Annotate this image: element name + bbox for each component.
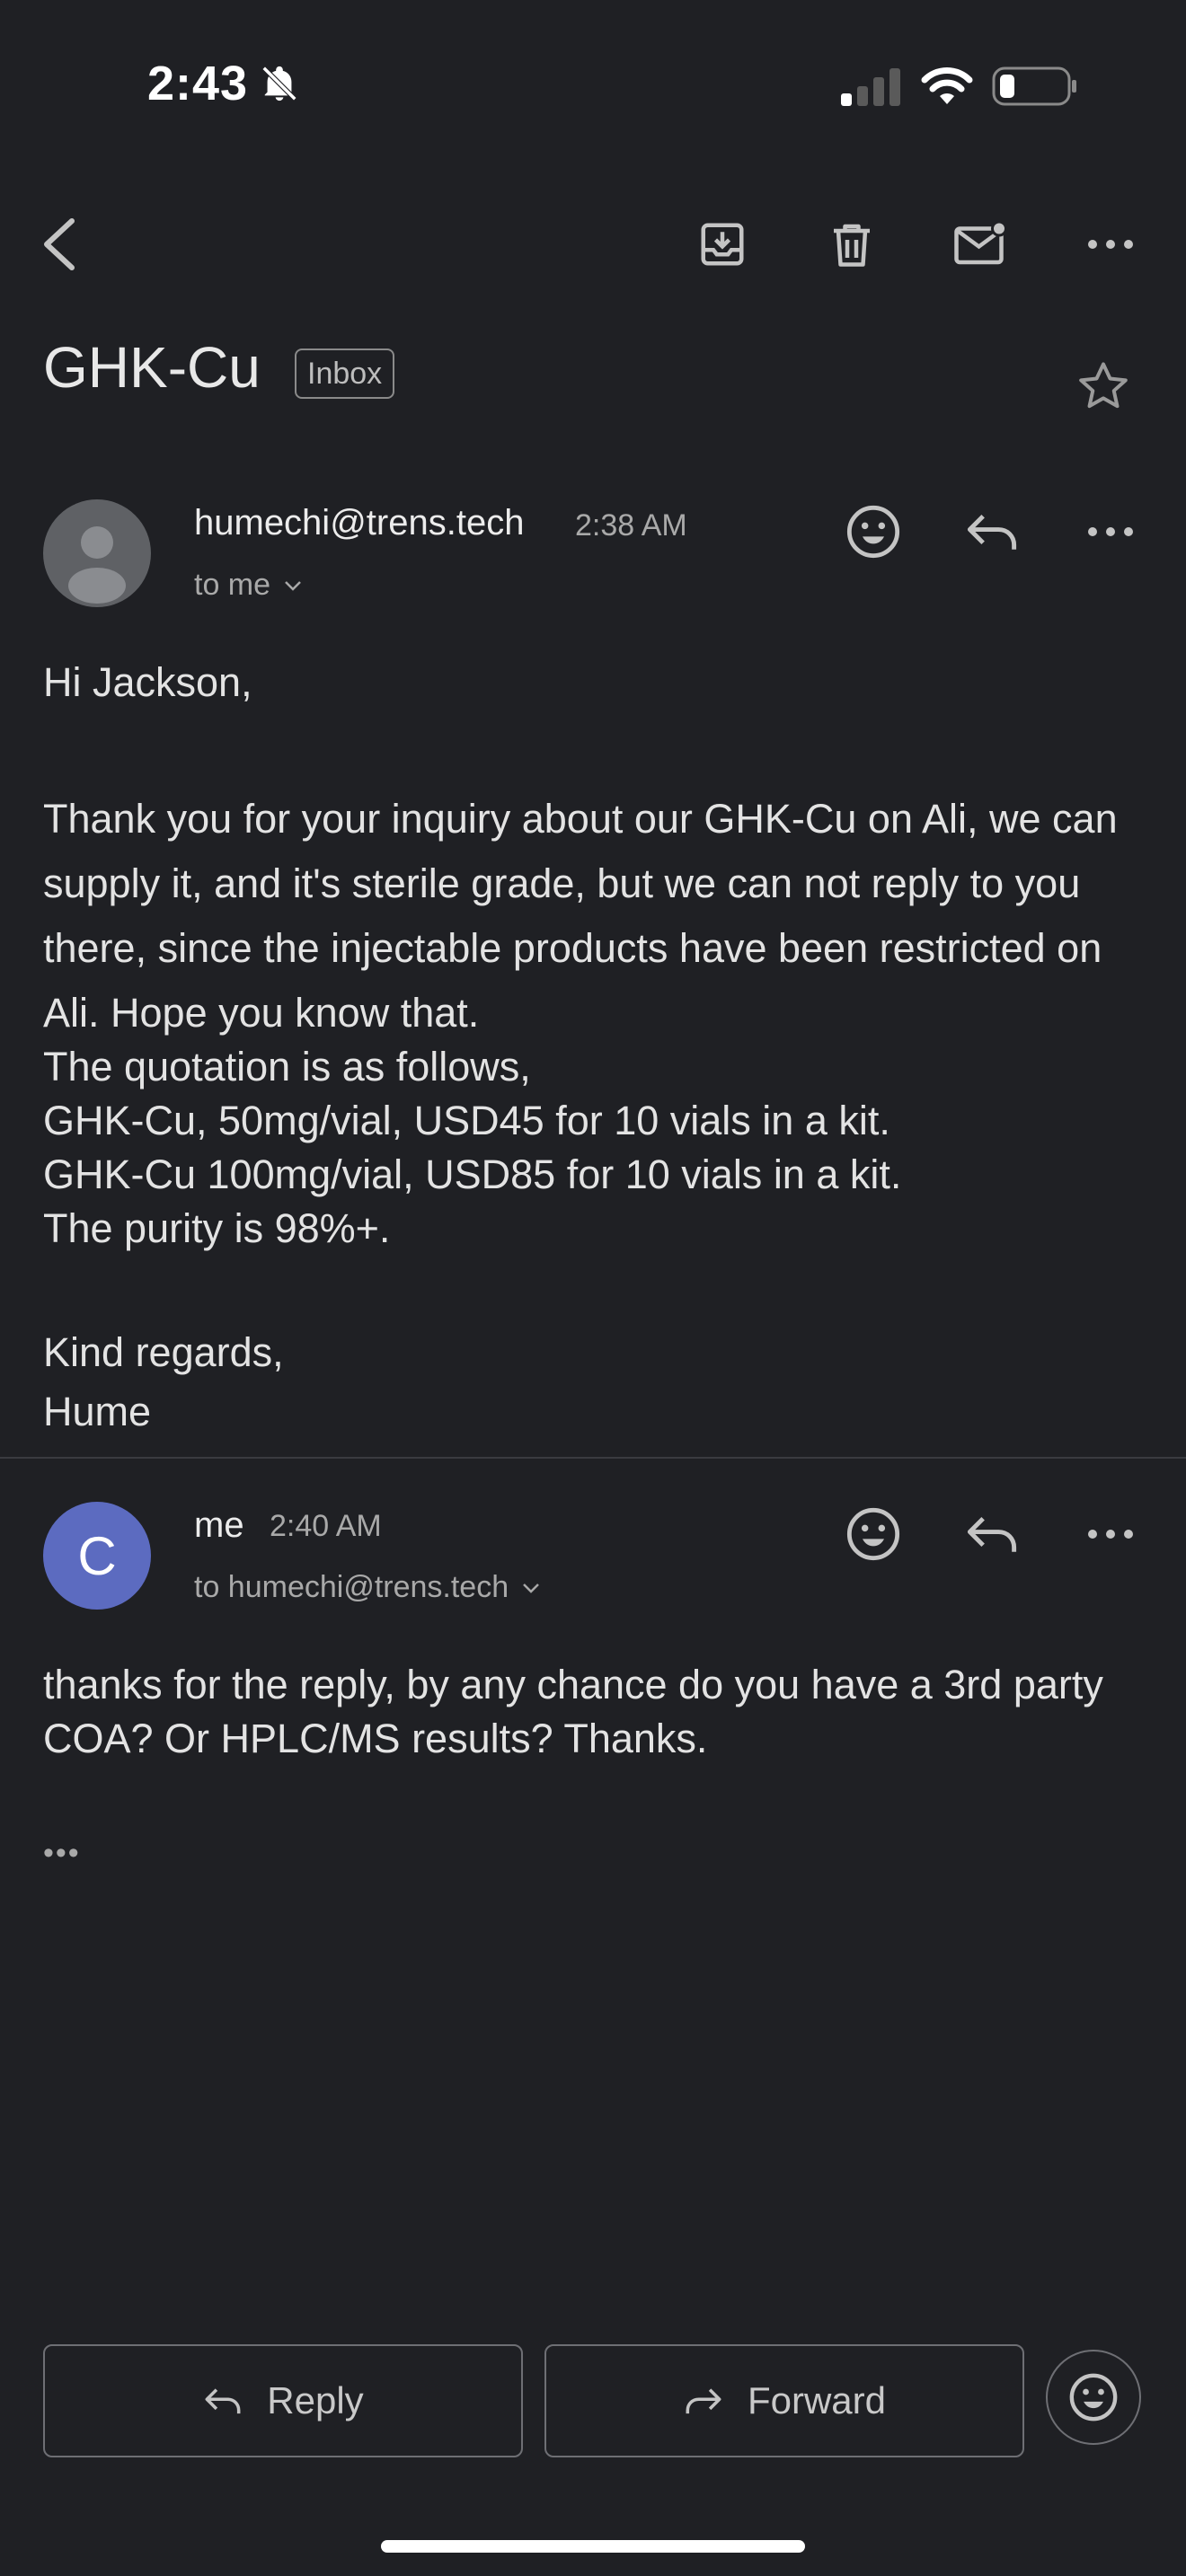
my-avatar[interactable]: C xyxy=(43,1502,151,1610)
message-line: GHK-Cu 100mg/vial, USD85 for 10 vials in… xyxy=(43,1151,902,1197)
message-line: The quotation is as follows, xyxy=(43,1044,531,1090)
battery-icon xyxy=(992,66,1078,106)
recipient-text: to humechi@trens.tech xyxy=(194,1570,509,1604)
message-time: 2:38 AM xyxy=(575,508,687,543)
recipient-toggle[interactable]: to me xyxy=(194,568,303,603)
message-paragraph: thanks for the reply, by any chance do y… xyxy=(43,1662,1103,1761)
forward-button[interactable]: Forward xyxy=(544,2344,1024,2457)
forward-button-label: Forward xyxy=(747,2379,887,2422)
message-divider xyxy=(0,1457,1186,1459)
home-indicator[interactable] xyxy=(381,2540,805,2553)
message-time: 2:40 AM xyxy=(270,1509,382,1543)
more-icon[interactable] xyxy=(1075,496,1146,568)
more-icon[interactable] xyxy=(1075,1498,1146,1570)
trash-icon[interactable] xyxy=(816,208,888,280)
wifi-icon xyxy=(920,65,974,106)
sender-name: me xyxy=(194,1505,244,1545)
silent-bell-icon xyxy=(259,63,300,104)
more-icon[interactable] xyxy=(1075,208,1146,280)
recipient-text: to me xyxy=(194,568,271,602)
cellular-signal-icon xyxy=(839,66,902,106)
sender-name: humechi@trens.tech xyxy=(194,503,525,543)
reply-icon[interactable] xyxy=(956,496,1028,568)
message-paragraph: Thank you for your inquiry about our GHK… xyxy=(43,796,1118,1036)
recipient-toggle[interactable]: to humechi@trens.tech xyxy=(194,1570,541,1605)
status-time: 2:43 xyxy=(147,57,249,110)
mark-unread-icon[interactable] xyxy=(945,208,1017,280)
message-greeting: Hi Jackson, xyxy=(43,659,252,705)
email-subject: GHK-Cu xyxy=(43,335,261,400)
reply-icon[interactable] xyxy=(956,1498,1028,1570)
message-signoff: Kind regards, xyxy=(43,1329,284,1375)
reply-button-label: Reply xyxy=(267,2379,364,2422)
sender-avatar[interactable] xyxy=(43,499,151,607)
message-line: The purity is 98%+. xyxy=(43,1205,391,1251)
reply-icon xyxy=(202,2385,243,2417)
emoji-reaction-button[interactable] xyxy=(1046,2350,1141,2445)
message-signature: Hume xyxy=(43,1389,152,1434)
forward-icon xyxy=(683,2385,724,2417)
emoji-icon[interactable] xyxy=(837,1498,909,1570)
archive-icon[interactable] xyxy=(686,208,758,280)
show-trimmed-content[interactable]: ••• xyxy=(43,1836,81,1871)
star-icon[interactable] xyxy=(1075,357,1132,415)
chevron-down-icon xyxy=(283,579,303,592)
chevron-down-icon xyxy=(521,1582,541,1594)
back-icon[interactable] xyxy=(23,208,95,280)
reply-button[interactable]: Reply xyxy=(43,2344,523,2457)
emoji-icon[interactable] xyxy=(837,496,909,568)
message-line: GHK-Cu, 50mg/vial, USD45 for 10 vials in… xyxy=(43,1098,890,1143)
inbox-label-chip[interactable]: Inbox xyxy=(295,348,395,399)
